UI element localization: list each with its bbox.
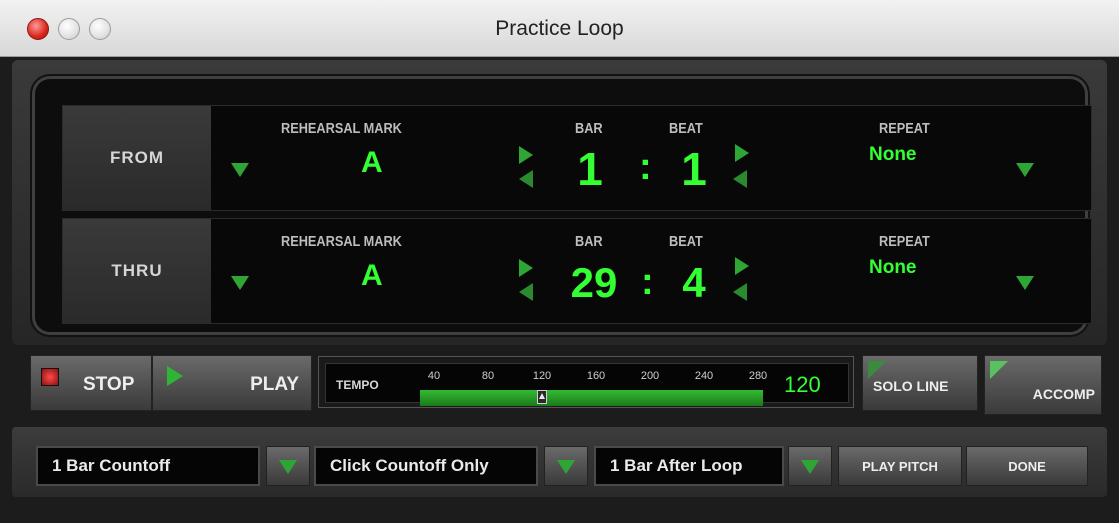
from-label: FROM [63, 106, 211, 210]
tempo-tick-label: 200 [640, 370, 660, 382]
chevron-down-icon [279, 460, 297, 474]
solo-line-label: SOLO LINE [873, 378, 949, 394]
from-separator: : [639, 146, 652, 188]
tempo-tick-label: 120 [532, 370, 552, 382]
from-beat-decrement-icon[interactable] [733, 170, 747, 188]
tempo-control: TEMPO 40 80 120 160 200 240 280 120 [318, 356, 854, 408]
thru-repeat-dropdown-icon[interactable] [1016, 276, 1034, 290]
thru-rehearsal-mark-value: A [361, 259, 383, 292]
play-pitch-button[interactable]: PLAY PITCH [838, 446, 962, 486]
tempo-tick-label: 80 [481, 370, 495, 382]
from-repeat-value: None [869, 144, 917, 165]
chevron-down-icon [801, 460, 819, 474]
chevron-down-icon [557, 460, 575, 474]
thru-beat-increment-icon[interactable] [735, 257, 749, 275]
from-bar-label: BAR [575, 120, 603, 137]
accomp-indicator-icon [990, 361, 1008, 379]
thru-label: THRU [63, 219, 211, 323]
tempo-slider-thumb[interactable] [537, 390, 547, 404]
stop-led-icon [41, 368, 59, 386]
from-beat-value: 1 [681, 143, 707, 195]
thru-bar-increment-icon[interactable] [519, 259, 533, 277]
tempo-slider-track[interactable] [420, 390, 763, 406]
tempo-tick-label: 160 [586, 370, 606, 382]
play-button[interactable]: PLAY [152, 355, 312, 411]
from-rehearsal-dropdown-icon[interactable] [231, 163, 249, 177]
from-beat-label: BEAT [669, 120, 703, 137]
tempo-tick-label: 240 [694, 370, 714, 382]
thru-row: THRU REHEARSAL MARK A BAR BEAT 29 : 4 RE… [62, 218, 1092, 324]
accomp-toggle[interactable]: ACCOMP [984, 355, 1102, 415]
thru-beat-decrement-icon[interactable] [733, 283, 747, 301]
from-repeat-dropdown-icon[interactable] [1016, 163, 1034, 177]
from-rehearsal-mark-value: A [361, 146, 383, 179]
thru-repeat-value: None [869, 257, 917, 278]
solo-line-toggle[interactable]: SOLO LINE [862, 355, 978, 411]
from-repeat-label: REPEAT [879, 120, 930, 137]
thru-bar-label: BAR [575, 233, 603, 250]
tempo-display: TEMPO 40 80 120 160 200 240 280 120 [325, 363, 849, 406]
thru-rehearsal-mark-label: REHEARSAL MARK [281, 233, 402, 250]
from-bar-decrement-icon[interactable] [519, 170, 533, 188]
from-beat-increment-icon[interactable] [735, 144, 749, 162]
play-label: PLAY [250, 374, 299, 395]
thru-beat-value: 4 [682, 259, 706, 306]
thru-separator: : [641, 261, 654, 303]
tempo-value: 120 [784, 372, 821, 397]
tempo-tick-label: 40 [427, 370, 441, 382]
thru-bar-decrement-icon[interactable] [519, 283, 533, 301]
practice-loop-window: Practice Loop FROM REHEARSAL MARK A BAR … [0, 0, 1119, 523]
play-icon [167, 366, 183, 386]
accomp-label: ACCOMP [1032, 386, 1095, 402]
after-loop-select[interactable]: 1 Bar After Loop [594, 446, 784, 486]
stop-label: STOP [83, 374, 135, 395]
after-loop-dropdown-button[interactable] [788, 446, 832, 486]
solo-line-indicator-icon [868, 361, 886, 379]
tempo-label: TEMPO [336, 378, 379, 392]
countoff-select[interactable]: 1 Bar Countoff [36, 446, 260, 486]
from-rehearsal-mark-label: REHEARSAL MARK [281, 120, 402, 137]
countoff-dropdown-button[interactable] [266, 446, 310, 486]
done-button[interactable]: DONE [966, 446, 1088, 486]
stop-button[interactable]: STOP [30, 355, 152, 411]
thru-bar-value: 29 [570, 259, 618, 306]
window-title: Practice Loop [495, 17, 624, 40]
click-select[interactable]: Click Countoff Only [314, 446, 538, 486]
thru-beat-label: BEAT [669, 233, 703, 250]
thru-rehearsal-dropdown-icon[interactable] [231, 276, 249, 290]
thru-repeat-label: REPEAT [879, 233, 930, 250]
from-bar-increment-icon[interactable] [519, 146, 533, 164]
title-bar: Practice Loop [0, 0, 1119, 57]
from-bar-value: 1 [577, 143, 603, 195]
click-dropdown-button[interactable] [544, 446, 588, 486]
from-row: FROM REHEARSAL MARK A BAR BEAT 1 : 1 REP… [62, 105, 1092, 211]
tempo-tick-label: 280 [748, 370, 768, 382]
